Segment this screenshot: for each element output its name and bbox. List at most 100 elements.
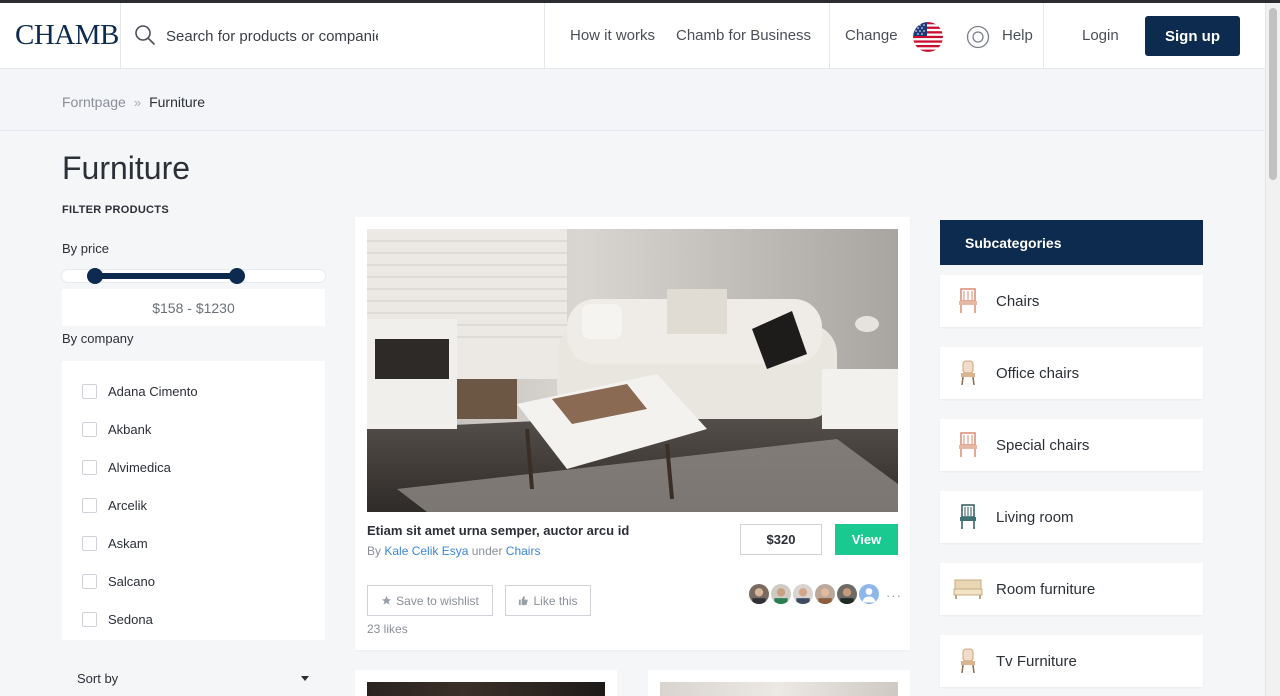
view-button[interactable]: View [835, 524, 898, 555]
subcategories-heading: Subcategories [940, 220, 1203, 265]
office-chair-icon [940, 347, 996, 399]
company-checkbox[interactable] [82, 383, 97, 399]
byline-under: under [471, 544, 503, 558]
subcategory-chairs[interactable]: Chairs [940, 275, 1203, 327]
company-checkbox[interactable] [82, 573, 97, 589]
search-icon [135, 25, 155, 45]
chair-icon [940, 275, 996, 327]
like-label: Like this [533, 593, 578, 608]
header-divider [544, 3, 545, 69]
product-card [355, 670, 617, 696]
page-title: Furniture [62, 150, 191, 186]
company-option[interactable]: Adana Cimento [82, 381, 198, 401]
price-min-handle[interactable] [87, 268, 104, 284]
breadcrumb-current: Furniture [149, 94, 206, 110]
subcategory-label: Room furniture [996, 580, 1096, 598]
special-chair-icon [940, 419, 996, 471]
search-input[interactable] [166, 25, 378, 47]
price-max-handle[interactable] [229, 268, 246, 284]
company-checkbox[interactable] [82, 611, 97, 627]
company-option[interactable]: Salcano [82, 571, 155, 591]
header-divider [120, 3, 121, 69]
price-button[interactable]: $320 [740, 524, 822, 555]
category-link[interactable]: Chairs [506, 544, 541, 558]
thumbs-up-icon [519, 595, 529, 606]
tv-furniture-icon [940, 635, 996, 687]
avatar[interactable] [857, 582, 881, 606]
help-lifebuoy-icon[interactable] [966, 25, 990, 49]
subcategory-label: Office chairs [996, 364, 1080, 382]
price-filter-label: By price [62, 241, 109, 256]
avatar[interactable] [791, 582, 815, 606]
subcategory-room-furniture[interactable]: Room furniture [940, 563, 1203, 615]
header-divider [829, 3, 830, 69]
company-label: Salcano [108, 573, 155, 589]
star-icon [382, 595, 392, 605]
sort-by-dropdown[interactable]: Sort by [62, 660, 325, 696]
product-image[interactable] [367, 682, 605, 696]
breadcrumb-home[interactable]: Forntpage [62, 94, 126, 110]
subcategory-living-room[interactable]: Living room [940, 491, 1203, 543]
product-byline: By Kale Celik Esya under Chairs [367, 544, 540, 558]
subcategory-tv-furniture[interactable]: Tv Furniture [940, 635, 1203, 687]
company-label: Arcelik [108, 497, 148, 513]
company-label: Askam [108, 535, 148, 551]
avatar[interactable] [747, 582, 771, 606]
likes-count: 23 likes [367, 622, 408, 636]
avatar[interactable] [769, 582, 793, 606]
company-label: Sedona [108, 611, 153, 627]
company-checkbox[interactable] [82, 535, 97, 551]
product-card: Etiam sit amet urna semper, auctor arcu … [355, 217, 910, 650]
product-card [648, 670, 910, 696]
breadcrumb-separator: » [133, 94, 142, 110]
price-range-slider[interactable] [62, 268, 325, 284]
company-checkbox[interactable] [82, 459, 97, 475]
like-button[interactable]: Like this [505, 585, 591, 616]
company-option[interactable]: Askam [82, 533, 148, 553]
company-option[interactable]: Akbank [82, 419, 151, 439]
subcategory-office-chairs[interactable]: Office chairs [940, 347, 1203, 399]
subcategory-label: Special chairs [996, 436, 1090, 454]
save-to-wishlist-button[interactable]: Save to wishlist [367, 585, 493, 616]
product-image[interactable] [660, 682, 898, 696]
company-label: Adana Cimento [108, 383, 198, 399]
subcategory-label: Chairs [996, 292, 1040, 310]
sort-by-label: Sort by [77, 670, 119, 686]
chevron-down-icon [301, 676, 309, 681]
price-range-value: $158 - $1230 [62, 289, 325, 326]
seller-link[interactable]: Kale Celik Esya [384, 544, 468, 558]
change-language-link[interactable]: Change [845, 27, 898, 44]
login-link[interactable]: Login [1082, 27, 1119, 44]
price-range-fill [95, 273, 238, 279]
product-title[interactable]: Etiam sit amet urna semper, auctor arcu … [367, 523, 629, 538]
company-label: Akbank [108, 421, 152, 437]
subcategory-label: Living room [996, 508, 1074, 526]
avatar[interactable] [835, 582, 859, 606]
company-option[interactable]: Sedona [82, 609, 153, 629]
site-logo[interactable]: CHAMB [15, 19, 119, 52]
more-likers-indicator[interactable]: ··· [886, 588, 902, 603]
subcategory-label: Tv Furniture [996, 652, 1077, 670]
breadcrumb-band: Forntpage » Furniture [0, 69, 1265, 131]
header-divider [1043, 3, 1044, 69]
nav-how-it-works[interactable]: How it works [570, 27, 655, 44]
product-image[interactable] [367, 229, 898, 512]
filter-heading: FILTER PRODUCTS [62, 204, 169, 216]
scrollbar-thumb[interactable] [1269, 8, 1277, 180]
company-checkbox[interactable] [82, 421, 97, 437]
subcategory-special-chairs[interactable]: Special chairs [940, 419, 1203, 471]
company-label: Alvimedica [108, 459, 171, 475]
company-checkbox[interactable] [82, 497, 97, 513]
save-to-wishlist-label: Save to wishlist [396, 593, 479, 608]
bed-icon [940, 563, 996, 615]
living-room-icon [940, 491, 996, 543]
byline-prefix: By [367, 544, 382, 558]
company-option[interactable]: Arcelik [82, 495, 147, 515]
nav-help[interactable]: Help [1002, 27, 1033, 44]
avatar[interactable] [813, 582, 837, 606]
site-header: CHAMB How it works Chamb for Business Ch… [0, 3, 1265, 69]
us-flag-icon[interactable] [913, 22, 943, 52]
nav-chamb-for-business[interactable]: Chamb for Business [676, 27, 811, 44]
company-option[interactable]: Alvimedica [82, 457, 171, 477]
signup-button[interactable]: Sign up [1145, 16, 1240, 56]
